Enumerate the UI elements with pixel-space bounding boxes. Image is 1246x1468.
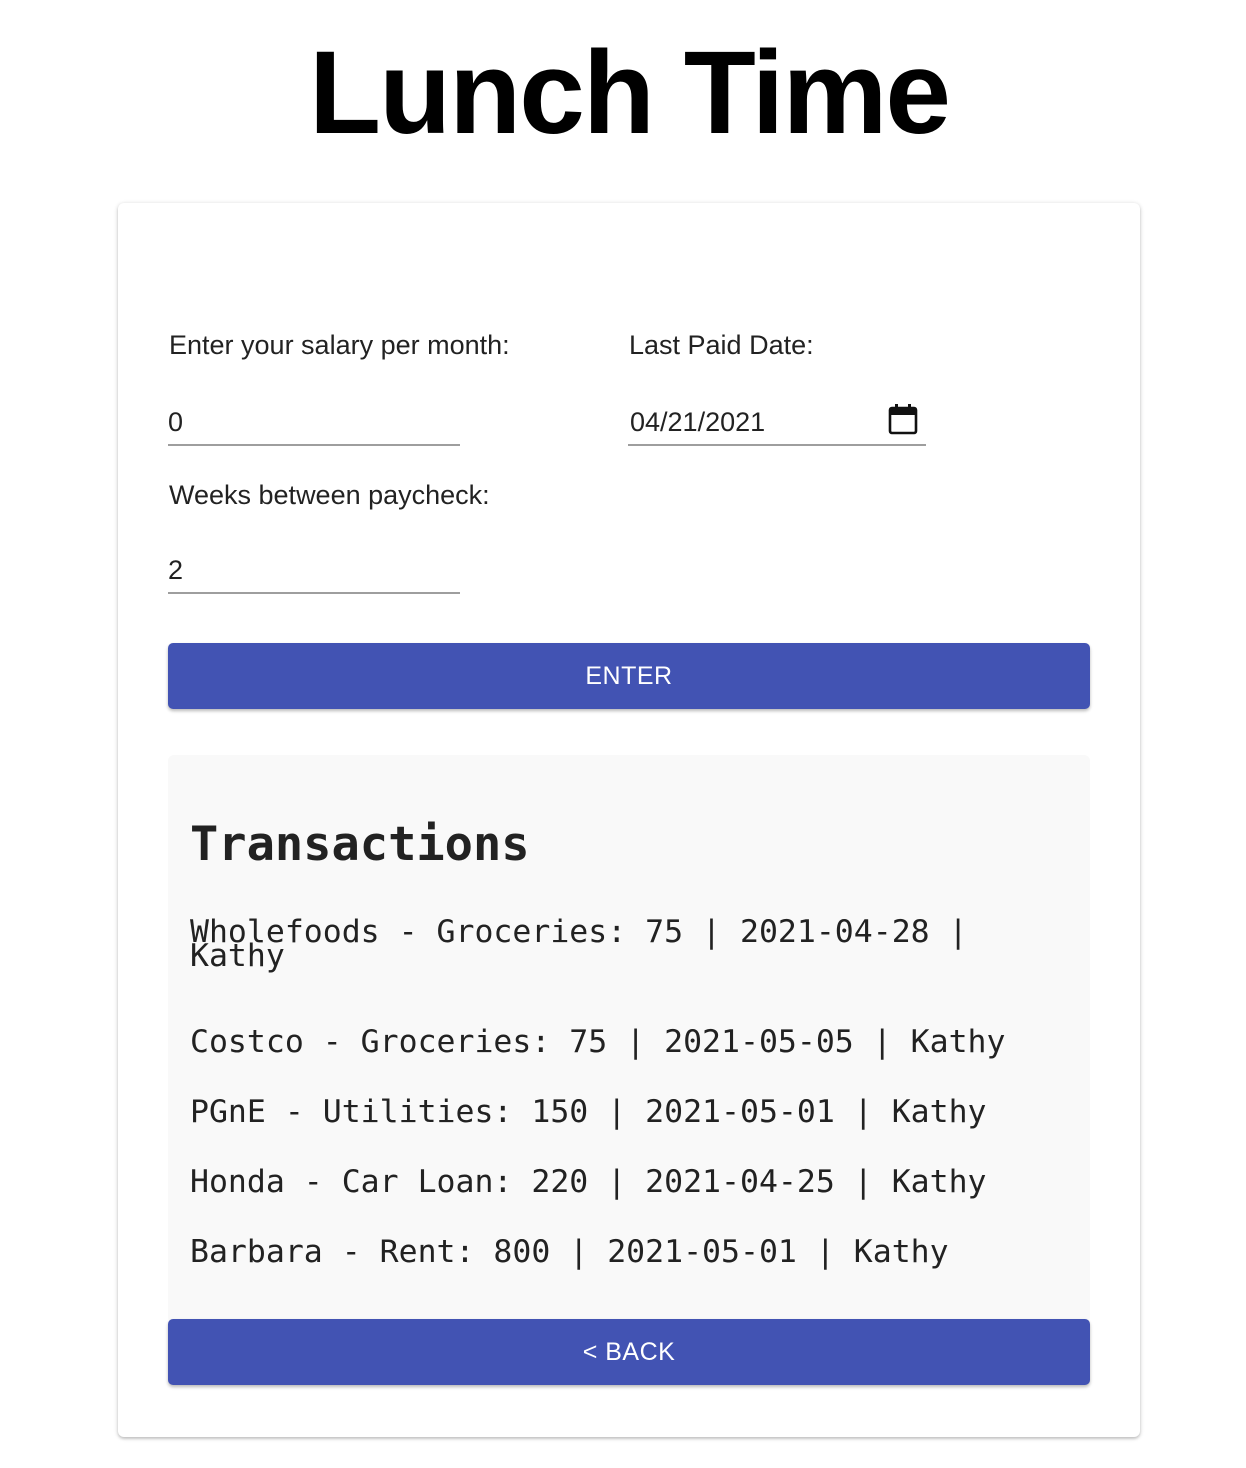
last-paid-value: 04/21/2021 [630,407,766,437]
page-title: Lunch Time [308,27,951,159]
salary-input[interactable]: 0 [168,400,460,446]
weeks-input[interactable]: 2 [168,548,460,594]
calendar-icon[interactable] [888,403,918,435]
back-button[interactable]: < BACK [168,1319,1090,1385]
transaction-item: Honda - Car Loan: 220 | 2021-04-25 | Kat… [190,1164,987,1200]
transaction-item: Wholefoods - Groceries: 75 | 2021-04-28 … [190,914,987,974]
transactions-title: Transactions [190,817,530,872]
weeks-value: 2 [168,555,184,585]
salary-label: Enter your salary per month: [169,330,510,360]
transaction-item: PGnE - Utilities: 150 | 2021-05-01 | Kat… [190,1094,987,1130]
transaction-item: Barbara - Rent: 800 | 2021-05-01 | Kathy [190,1234,949,1270]
last-paid-date-input[interactable]: 04/21/2021 [628,400,926,446]
salary-value: 0 [168,407,184,437]
weeks-label: Weeks between paycheck: [169,480,490,510]
transaction-item: Costco - Groceries: 75 | 2021-05-05 | Ka… [190,1024,1006,1060]
transactions-panel: Transactions Wholefoods - Groceries: 75 … [168,755,1090,1323]
last-paid-label: Last Paid Date: [629,330,814,360]
main-card: Enter your salary per month: 0 Last Paid… [118,203,1140,1437]
enter-button[interactable]: ENTER [168,643,1090,709]
